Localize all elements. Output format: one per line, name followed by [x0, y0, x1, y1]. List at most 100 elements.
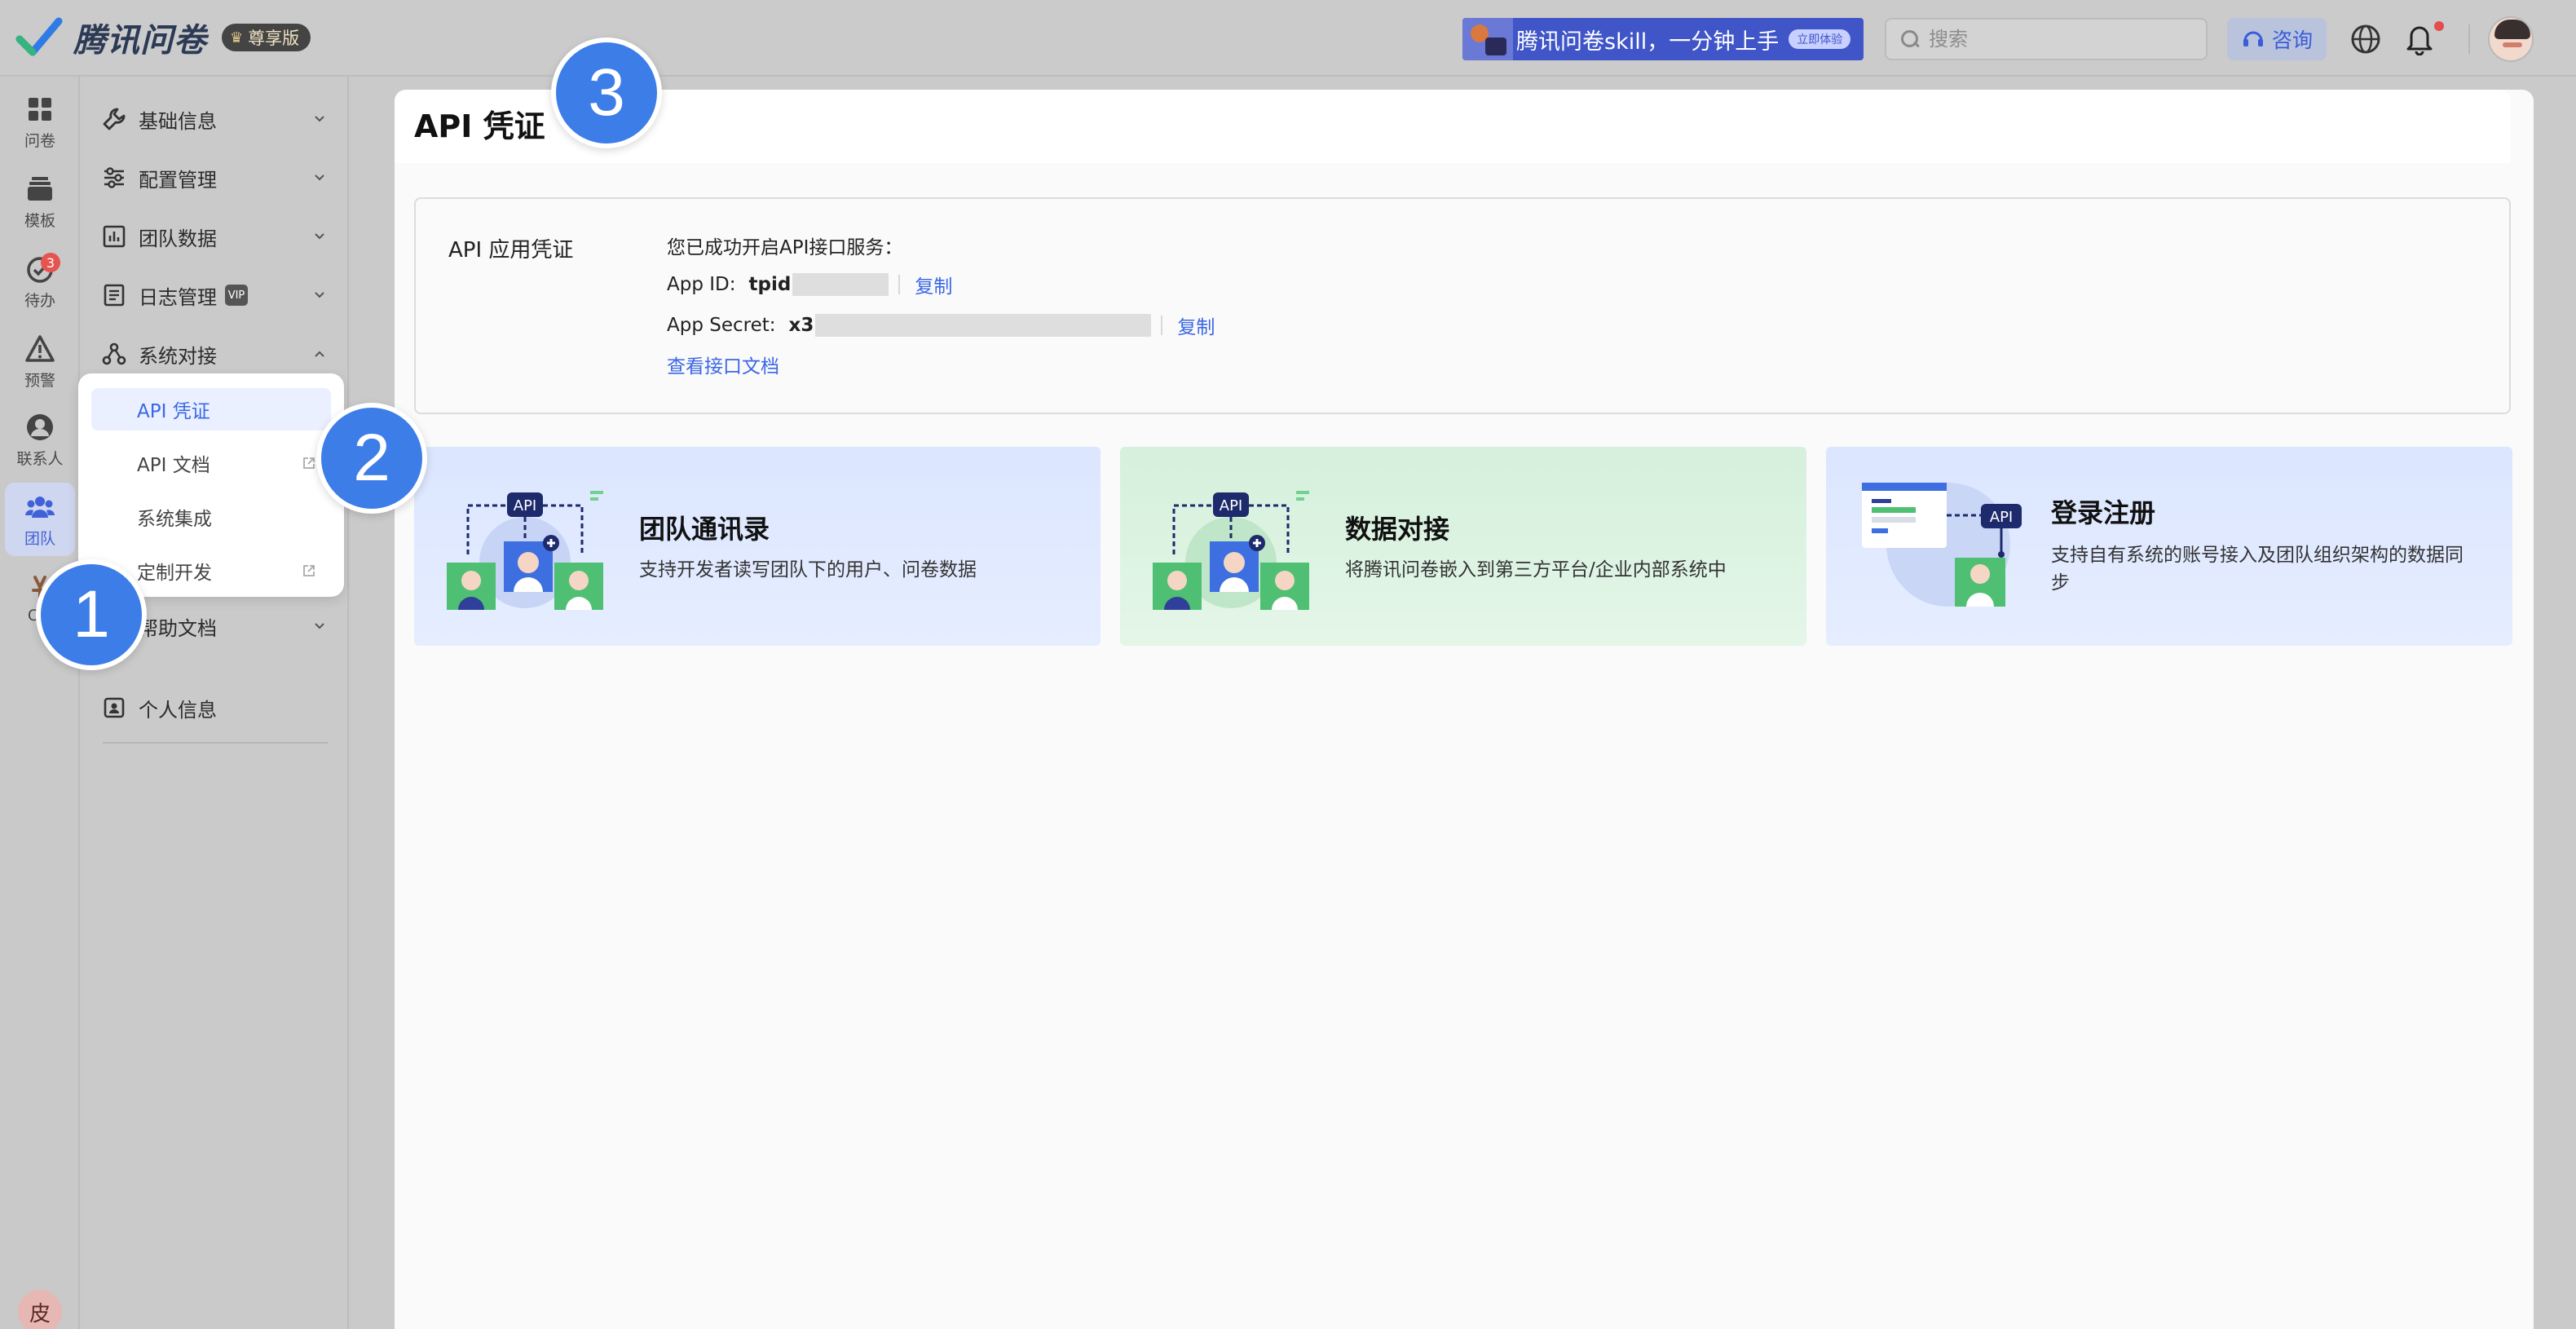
sidebar-item-basic-info[interactable]: 基础信息: [101, 95, 329, 143]
credentials-box: API 应用凭证 您已成功开启API接口服务： App ID: tpid 复制 …: [414, 197, 2511, 414]
app-logo[interactable]: 腾讯问卷 ♛ 尊享版: [15, 11, 311, 64]
sidebar-divider: [103, 742, 328, 744]
submenu-label: API 凭证: [137, 401, 210, 422]
rail-label: 预警: [24, 371, 55, 390]
view-api-docs-link[interactable]: 查看接口文档: [667, 351, 779, 378]
header-divider: [2468, 24, 2470, 54]
search-input[interactable]: [1929, 28, 2190, 51]
step-marker-3: 3: [551, 38, 662, 148]
app-secret-label: App Secret:: [667, 315, 776, 336]
sidebar-item-label: 基础信息: [139, 109, 217, 133]
promo-text: 腾讯问卷skill，一分钟上手: [1516, 29, 1780, 55]
submenu-item-system-integration[interactable]: 系统集成: [91, 496, 331, 538]
user-initial-avatar[interactable]: 皮: [18, 1290, 62, 1329]
rail-label: 待办: [24, 291, 55, 310]
card-description: 将腾讯问卷嵌入到第三方平台/企业内部系统中: [1345, 559, 1727, 581]
app-id-value: tpid: [748, 274, 792, 295]
app-id-mask: [792, 273, 889, 296]
promo-banner[interactable]: 腾讯问卷skill，一分钟上手 立即体验: [1462, 18, 1864, 60]
rail-item-alerts[interactable]: 预警: [0, 325, 80, 398]
feature-card-team-directory[interactable]: API 团队通讯录 支持开发者读写团队下的用户、问卷数据: [414, 447, 1101, 646]
search-box[interactable]: [1885, 18, 2208, 60]
globe-icon[interactable]: [2349, 23, 2382, 55]
submenu-label: 系统集成: [137, 509, 212, 530]
app-id-label: App ID:: [667, 274, 736, 295]
api-label: API: [1990, 509, 2013, 526]
card-description: 支持开发者读写团队下的用户、问卷数据: [639, 559, 977, 581]
promo-try-button[interactable]: 立即体验: [1789, 29, 1851, 49]
user-avatar[interactable]: [2488, 16, 2534, 62]
rail-item-team[interactable]: 团队: [5, 483, 75, 556]
wrench-icon: [103, 108, 126, 130]
step-marker-2: 2: [316, 403, 427, 514]
api-credentials-panel: API 凭证 API 应用凭证 您已成功开启API接口服务： App ID: t…: [395, 90, 2534, 1329]
bell-icon[interactable]: [2403, 21, 2436, 55]
card-description: 支持自有系统的账号接入及团队组织架构的数据同步: [2051, 545, 2464, 594]
warning-icon: [25, 334, 55, 362]
settings-sidebar: 基础信息 配置管理 团队数据 日志管理 VIP 系统对接 帮助文档 个人信息: [82, 77, 349, 1329]
copy-app-id-button[interactable]: 复制: [915, 271, 952, 298]
rail-item-todo[interactable]: 待办 3: [0, 245, 80, 318]
login-register-illustration: API: [1862, 483, 2022, 607]
chevron-down-icon: [315, 292, 324, 298]
card-title: 登录注册: [2051, 497, 2156, 528]
card-title: 数据对接: [1345, 514, 1450, 545]
chart-icon: [103, 225, 126, 248]
app-secret-row: App Secret: x3 复制: [667, 311, 1215, 339]
notification-dot: [2434, 21, 2444, 31]
step-marker-1: 1: [36, 559, 147, 670]
chevron-down-icon: [315, 233, 324, 240]
sidebar-item-system-integration[interactable]: 系统对接: [101, 329, 329, 378]
sliders-icon: [104, 167, 124, 188]
submenu-label: API 文档: [137, 455, 210, 476]
chevron-up-icon: [315, 351, 324, 357]
api-label: API: [1220, 497, 1242, 514]
api-label: API: [514, 497, 536, 514]
rail-item-surveys[interactable]: 问卷: [0, 85, 80, 158]
copy-app-secret-button[interactable]: 复制: [1177, 311, 1215, 339]
external-link-icon: [303, 565, 315, 576]
credentials-section-label: API 应用凭证: [448, 238, 574, 263]
sidebar-item-config[interactable]: 配置管理: [101, 153, 329, 202]
submenu-item-api-credentials[interactable]: API 凭证: [91, 388, 331, 430]
top-header: 腾讯问卷 ♛ 尊享版 腾讯问卷skill，一分钟上手 立即体验 咨询: [0, 0, 2576, 77]
team-directory-illustration: API: [447, 491, 603, 610]
rail-label: 问卷: [24, 131, 55, 150]
crown-icon: ♛: [230, 29, 244, 46]
rail-label: 模板: [24, 211, 55, 230]
sidebar-item-profile[interactable]: 个人信息: [101, 683, 329, 732]
chevron-down-icon: [315, 174, 324, 181]
rail-item-contacts[interactable]: 联系人: [0, 403, 80, 476]
chevron-down-icon: [315, 116, 324, 122]
log-icon: [104, 284, 125, 307]
feature-card-data-integration[interactable]: API 数据对接 将腾讯问卷嵌入到第三方平台/企业内部系统中: [1120, 447, 1806, 646]
sidebar-item-team-data[interactable]: 团队数据: [101, 212, 329, 261]
left-rail: 问卷 模板 待办 3 预警 联系人 团队 Cla 皮: [0, 77, 80, 1329]
doc-link-row: 查看接口文档: [667, 351, 779, 378]
success-message: 您已成功开启API接口服务：: [667, 232, 902, 259]
submenu-label: 定制开发: [137, 563, 212, 584]
rail-label: 联系人: [16, 449, 64, 468]
chevron-down-icon: [315, 623, 324, 629]
vip-badge: VIP: [225, 285, 248, 306]
edition-badge: ♛ 尊享版: [222, 24, 311, 51]
card-title: 团队通讯录: [639, 514, 770, 545]
copy-divider: [898, 275, 901, 294]
rail-item-templates[interactable]: 模板: [0, 165, 80, 238]
consult-button[interactable]: 咨询: [2227, 18, 2327, 60]
data-integration-illustration: API: [1153, 491, 1309, 610]
promo-illustration: [1462, 18, 1513, 60]
feature-card-login-register[interactable]: API 登录注册 支持自有系统的账号接入及团队组织架构的数据同步: [1826, 447, 2512, 646]
page-title: API 凭证: [414, 108, 545, 144]
contact-icon: [27, 413, 53, 440]
sidebar-item-label: 团队数据: [139, 227, 217, 250]
connect-icon: [102, 342, 126, 365]
success-text: 您已成功开启API接口服务：: [667, 237, 903, 258]
sidebar-item-logs[interactable]: 日志管理 VIP: [101, 271, 329, 320]
sidebar-item-label: 个人信息: [139, 698, 217, 722]
headset-icon: [2243, 31, 2263, 46]
submenu-item-api-docs[interactable]: API 文档: [91, 442, 331, 484]
search-icon: [1899, 29, 1921, 50]
sidebar-item-label: 日志管理: [139, 285, 217, 309]
sidebar-item-label: 帮助文档: [139, 616, 217, 640]
